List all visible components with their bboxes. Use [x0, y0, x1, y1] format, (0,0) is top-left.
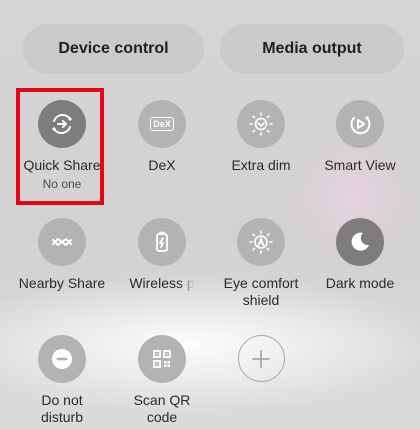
tile-do-not-disturb[interactable]: Do not disturb: [10, 335, 114, 426]
eye-comfort-icon: [237, 218, 285, 266]
wireless-powershare-icon: [138, 218, 186, 266]
tile-label: Smart View: [324, 157, 396, 173]
nearby-share-icon: [38, 218, 86, 266]
add-icon: [237, 335, 285, 382]
tile-label: Scan QR code: [133, 392, 191, 425]
tile-label: Wireless p: [129, 275, 195, 291]
tile-dark-mode[interactable]: Dark mode: [308, 218, 412, 292]
tile-nearby-share[interactable]: Nearby Share: [10, 218, 114, 292]
device-control-button[interactable]: Device control: [23, 24, 204, 74]
tile-label: Extra dim: [231, 157, 291, 173]
tile-add[interactable]: [209, 335, 313, 382]
tile-dex[interactable]: DeX DeX: [110, 100, 214, 174]
dark-mode-icon: [336, 218, 384, 266]
quick-share-highlight-box: [16, 88, 104, 205]
smart-view-icon: [336, 100, 384, 148]
tile-label: Nearby Share: [18, 275, 106, 291]
extra-dim-icon: [237, 100, 285, 148]
tile-label: Do not disturb: [40, 392, 84, 425]
tile-smart-view[interactable]: Smart View: [308, 100, 412, 174]
media-output-button[interactable]: Media output: [220, 24, 404, 74]
dex-icon: DeX: [138, 100, 186, 148]
minus-circle-icon: [38, 335, 86, 383]
tile-label: DeX: [148, 157, 176, 173]
tile-extra-dim[interactable]: Extra dim: [209, 100, 313, 174]
tile-label: Eye comfort shield: [223, 275, 299, 308]
tile-label: Dark mode: [325, 275, 395, 291]
qr-code-icon: [138, 335, 186, 383]
tile-eye-comfort-shield[interactable]: Eye comfort shield: [209, 218, 313, 309]
tile-scan-qr-code[interactable]: Scan QR code: [110, 335, 214, 426]
tile-wireless-powershare[interactable]: Wireless p: [110, 218, 214, 292]
